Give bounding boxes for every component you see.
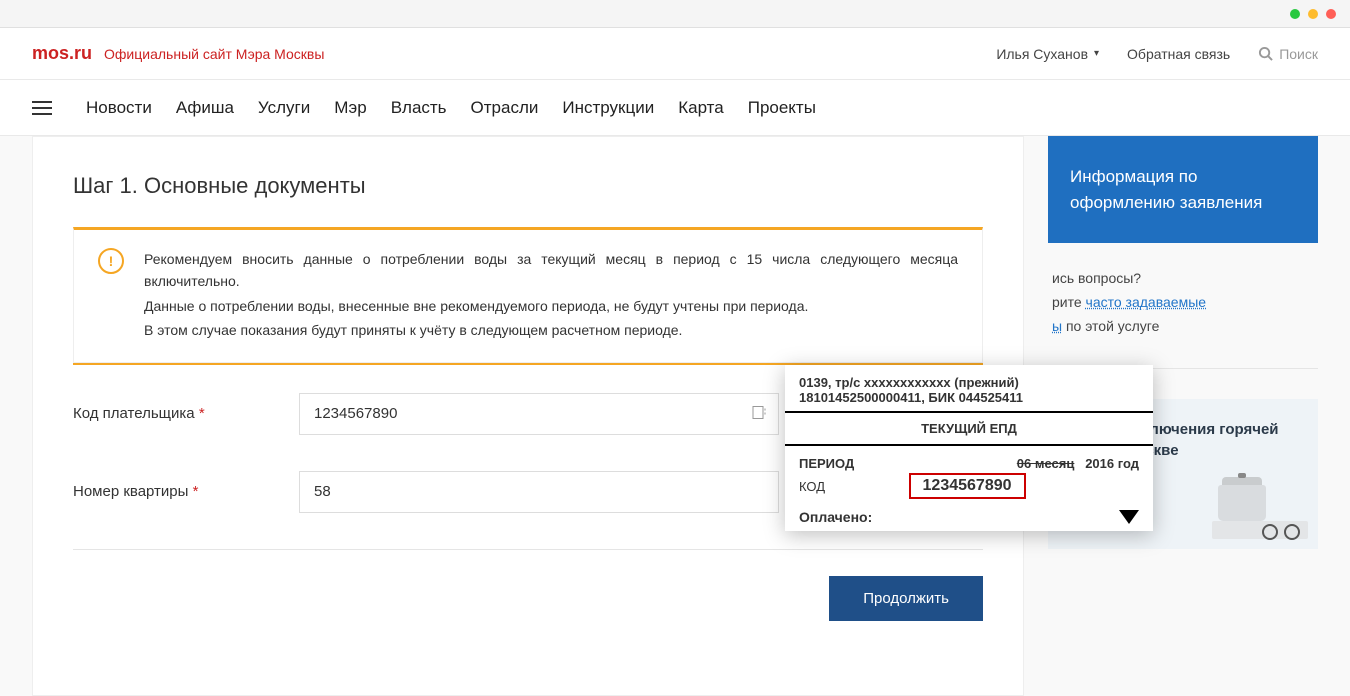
window-maximize-dot[interactable] <box>1308 9 1318 19</box>
sidebar-info-title: Информация по оформлению заявления <box>1070 167 1262 212</box>
payer-code-label: Код плательщика * <box>73 405 299 422</box>
nav-afisha[interactable]: Афиша <box>176 98 234 118</box>
tooltip-period-year: 2016 год <box>1085 456 1139 471</box>
nav-power[interactable]: Власть <box>391 98 447 118</box>
nav-instructions[interactable]: Инструкции <box>562 98 654 118</box>
top-bar: mos.ru Официальный сайт Мэра Москвы Илья… <box>0 28 1350 80</box>
feedback-link[interactable]: Обратная связь <box>1127 46 1230 62</box>
info-box: ! Рекомендуем вносить данные о потреблен… <box>73 227 983 363</box>
sidebar-faq: ись вопросы? рите часто задаваемые ы по … <box>1048 243 1318 369</box>
info-line-1: Рекомендуем вносить данные о потреблении… <box>144 248 958 293</box>
main-nav: Новости Афиша Услуги Мэр Власть Отрасли … <box>0 80 1350 136</box>
payer-code-tooltip: 0139, тр/с хххххххххххх (прежний) 181014… <box>785 365 1153 531</box>
faq-link-2[interactable]: ы <box>1052 318 1062 334</box>
info-line-2: Данные о потреблении воды, внесенные вне… <box>144 295 958 317</box>
nav-mayor[interactable]: Мэр <box>334 98 366 118</box>
exclamation-icon: ! <box>98 248 124 274</box>
site-subtitle: Официальный сайт Мэра Москвы <box>104 46 324 62</box>
search-icon <box>1258 46 1273 61</box>
browser-window-chrome <box>0 0 1350 28</box>
search-placeholder: Поиск <box>1279 46 1318 62</box>
faq-link[interactable]: часто задаваемые <box>1086 294 1207 310</box>
pot-on-stove-icon <box>1212 469 1308 539</box>
nav-projects[interactable]: Проекты <box>748 98 816 118</box>
tooltip-period-label: ПЕРИОД <box>799 456 854 471</box>
tooltip-doc-title: ТЕКУЩИЙ ЕПД <box>799 417 1139 440</box>
tooltip-period-month: 06 месяц <box>1017 456 1075 471</box>
nav-services[interactable]: Услуги <box>258 98 310 118</box>
continue-button[interactable]: Продолжить <box>829 576 983 621</box>
tooltip-account-line: 0139, тр/с хххххххххххх (прежний) <box>799 375 1139 390</box>
step-title: Шаг 1. Основные документы <box>33 137 1023 227</box>
hamburger-icon[interactable] <box>32 101 52 115</box>
search-trigger[interactable]: Поиск <box>1258 46 1318 62</box>
user-menu[interactable]: Илья Суханов ▾ <box>996 46 1099 62</box>
main-content: Шаг 1. Основные документы ! Рекомендуем … <box>32 136 1024 696</box>
sidebar-info-panel[interactable]: Информация по оформлению заявления <box>1048 136 1318 243</box>
apartment-label: Номер квартиры * <box>73 483 299 500</box>
document-clip-icon <box>1070 116 1106 130</box>
window-minimize-dot[interactable] <box>1290 9 1300 19</box>
tooltip-bik-line: 18101452500000411, БИК 044525411 <box>799 390 1139 405</box>
nav-map[interactable]: Карта <box>678 98 724 118</box>
apartment-input[interactable] <box>299 471 779 513</box>
window-close-dot[interactable] <box>1326 9 1336 19</box>
contacts-icon[interactable] <box>751 404 767 423</box>
user-name: Илья Суханов <box>996 46 1088 62</box>
nav-industries[interactable]: Отрасли <box>471 98 539 118</box>
payer-code-input[interactable] <box>299 393 779 435</box>
arrow-down-icon <box>1119 510 1139 524</box>
chevron-down-icon: ▾ <box>1094 48 1099 59</box>
nav-news[interactable]: Новости <box>86 98 152 118</box>
info-line-3: В этом случае показания будут приняты к … <box>144 319 958 341</box>
site-logo[interactable]: mos.ru <box>32 43 92 64</box>
tooltip-code-label: КОД <box>799 479 825 494</box>
tooltip-paid-label: Оплачено: <box>799 509 872 525</box>
tooltip-code-value: 1234567890 <box>909 473 1026 499</box>
